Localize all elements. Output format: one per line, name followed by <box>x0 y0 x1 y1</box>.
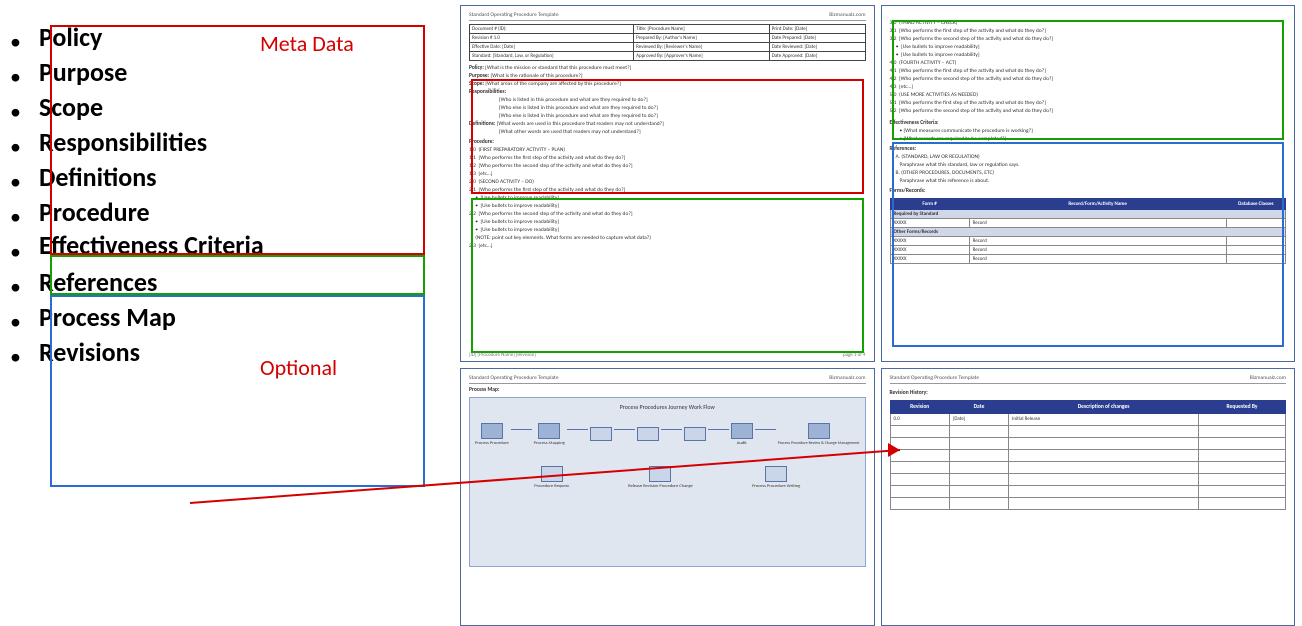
page-4: Standard Operating Procedure TemplateBiz… <box>881 368 1296 626</box>
outline-panel: •Policy •Purpose •Scope •Responsibilitie… <box>10 20 440 372</box>
revision-table: RevisionDateDescription of changesReques… <box>890 400 1287 510</box>
meta-table: Document # (ID):Title: [Procedure Name]P… <box>469 24 866 61</box>
outline-item: Definitions <box>39 162 157 193</box>
process-map-card: Process Procedures Journey Work Flow Pro… <box>469 397 866 567</box>
outline-list: •Policy •Purpose •Scope •Responsibilitie… <box>10 22 440 370</box>
outline-item: Process Map <box>39 302 176 333</box>
outline-item: Effectiveness Criteria <box>39 232 264 259</box>
outline-item: Purpose <box>39 57 127 88</box>
outline-item: Scope <box>39 92 103 123</box>
forms-table: Form #Record/Form/Activity NameDatabase … <box>890 198 1287 264</box>
optional-label: Optional <box>260 354 337 381</box>
outline-item: Responsibilities <box>39 127 207 158</box>
page-3: Standard Operating Procedure TemplateBiz… <box>460 368 875 626</box>
outline-item: References <box>39 267 157 298</box>
outline-item: Policy <box>39 22 102 53</box>
meta-data-label: Meta Data <box>260 30 354 57</box>
page-2: 3.0 (THIRD ACTIVITY – CHECK)3.1 [Who per… <box>881 5 1296 362</box>
template-pages: Standard Operating Procedure TemplateBiz… <box>460 5 1295 620</box>
outline-item: Procedure <box>39 197 150 228</box>
page-1: Standard Operating Procedure TemplateBiz… <box>460 5 875 362</box>
outline-item: Revisions <box>39 337 140 368</box>
